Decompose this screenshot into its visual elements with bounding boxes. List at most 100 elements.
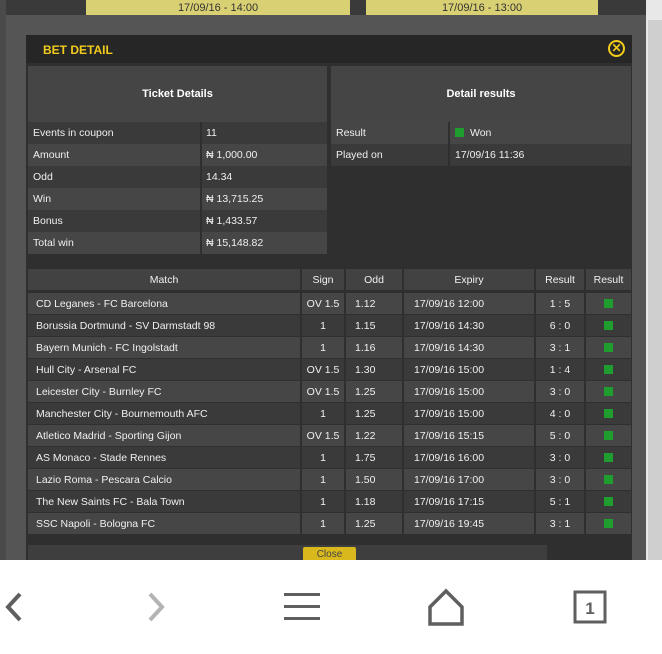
home-button[interactable] <box>426 588 466 628</box>
result-cell: 6 : 0 <box>549 319 571 332</box>
expiry-cell: 17/09/16 12:00 <box>414 297 485 310</box>
sign-cell: 1 <box>320 495 326 508</box>
match-cell: SSC Napoli - Bologna FC <box>36 517 156 530</box>
column-divider <box>534 447 536 468</box>
tab-count: 1 <box>585 599 594 618</box>
odd-cell: 1.25 <box>355 407 376 420</box>
status-cell <box>586 315 631 336</box>
result-cell: 3 : 0 <box>549 473 571 486</box>
expiry-cell: 17/09/16 15:15 <box>414 429 485 442</box>
column-divider <box>300 337 302 358</box>
column-divider <box>344 337 346 358</box>
expiry-cell: 17/09/16 17:15 <box>414 495 485 508</box>
column-divider <box>402 269 404 290</box>
expiry-cell: 17/09/16 15:00 <box>414 385 485 398</box>
column-divider <box>300 447 302 468</box>
expiry-cell: 17/09/16 15:00 <box>414 407 485 420</box>
back-button[interactable] <box>0 588 36 628</box>
ticket-row-value: ₦ 1,433.57 <box>206 215 258 227</box>
ticket-row: Odd 14.34 <box>28 166 327 188</box>
won-status-icon <box>604 365 613 374</box>
result-cell: 3 : 0 <box>549 385 571 398</box>
match-cell: CD Leganes - FC Barcelona <box>36 297 168 310</box>
result-cell: 1 : 4 <box>549 363 571 376</box>
sign-cell: 1 <box>320 341 326 354</box>
column-divider <box>300 381 302 402</box>
ticket-row-label: Bonus <box>33 215 63 227</box>
column-divider <box>534 269 536 290</box>
column-divider <box>300 269 302 290</box>
won-status-icon <box>604 321 613 330</box>
column-divider <box>344 447 346 468</box>
column-divider <box>344 403 346 424</box>
menu-button[interactable] <box>282 588 322 628</box>
chevron-left-icon <box>5 592 22 622</box>
forward-button[interactable] <box>136 588 176 628</box>
odd-cell: 1.25 <box>355 517 376 530</box>
column-divider <box>534 337 536 358</box>
ticket-row: Amount ₦ 1,000.00 <box>28 144 327 166</box>
background-date-tab: 17/09/16 - 13:00 <box>366 0 598 15</box>
column-divider <box>402 447 404 468</box>
result-cell: 5 : 0 <box>549 429 571 442</box>
status-cell <box>586 403 631 424</box>
column-divider <box>584 491 586 512</box>
result-cell: 3 : 0 <box>549 451 571 464</box>
close-icon[interactable]: ✕ <box>608 40 625 57</box>
match-cell: Leicester City - Burnley FC <box>36 385 162 398</box>
column-divider <box>584 381 586 402</box>
won-status-icon <box>604 519 613 528</box>
column-divider <box>534 293 536 314</box>
column-divider <box>344 469 346 490</box>
ticket-row-label: Odd <box>33 171 53 183</box>
match-cell: Hull City - Arsenal FC <box>36 363 137 376</box>
column-divider <box>300 425 302 446</box>
expiry-cell: 17/09/16 14:30 <box>414 341 485 354</box>
expiry-cell: 17/09/16 15:00 <box>414 363 485 376</box>
sign-cell: 1 <box>320 473 326 486</box>
column-divider <box>584 337 586 358</box>
result-cell: 5 : 1 <box>549 495 571 508</box>
column-divider <box>402 359 404 380</box>
result-cell: 3 : 1 <box>549 517 571 530</box>
ticket-row-value: 11 <box>206 127 217 139</box>
sign-cell: 1 <box>320 319 326 332</box>
table-row: SSC Napoli - Bologna FC 1 1.25 17/09/16 19:… <box>28 513 631 534</box>
ticket-row-value: 14.34 <box>206 171 233 183</box>
table-row: CD Leganes - FC Barcelona OV 1.5 1.12 17/09… <box>28 293 631 314</box>
column-divider <box>344 269 346 290</box>
won-status-icon <box>604 387 613 396</box>
odd-cell: 1.50 <box>355 473 376 486</box>
column-divider <box>584 293 586 314</box>
background-page: 17/09/16 - 14:00 17/09/16 - 13:00 BET DE… <box>0 0 662 560</box>
column-divider <box>534 513 536 534</box>
column-divider <box>402 315 404 336</box>
sign-cell: OV 1.5 <box>306 429 340 442</box>
ticket-row-label: Amount <box>33 149 70 161</box>
column-divider <box>584 359 586 380</box>
tabs-button[interactable]: 1 <box>572 588 612 628</box>
odd-cell: 1.18 <box>355 495 376 508</box>
sign-cell: 1 <box>320 517 326 530</box>
column-header-odd: Odd <box>364 273 384 286</box>
won-status-icon <box>604 453 613 462</box>
ticket-row: Bonus ₦ 1,433.57 <box>28 210 327 232</box>
column-divider <box>344 293 346 314</box>
close-button[interactable]: Close <box>303 547 356 560</box>
column-header-sign: Sign <box>312 273 334 286</box>
column-divider <box>344 381 346 402</box>
column-header-expiry: Expiry <box>454 273 484 286</box>
ticket-row-label: Total win <box>33 237 74 249</box>
background-date-tab: 17/09/16 - 14:00 <box>86 0 350 15</box>
column-divider <box>402 425 404 446</box>
column-divider <box>534 359 536 380</box>
ticket-details-heading: Ticket Details <box>28 66 327 122</box>
column-header-match: Match <box>149 273 179 286</box>
won-status-icon <box>604 299 613 308</box>
expiry-cell: 17/09/16 16:00 <box>414 451 485 464</box>
won-status-icon <box>604 343 613 352</box>
sign-cell: OV 1.5 <box>306 363 340 376</box>
chevron-right-icon <box>148 592 165 622</box>
status-cell <box>586 293 631 314</box>
table-row: The New Saints FC - Bala Town 1 1.18 17/09/… <box>28 491 631 512</box>
